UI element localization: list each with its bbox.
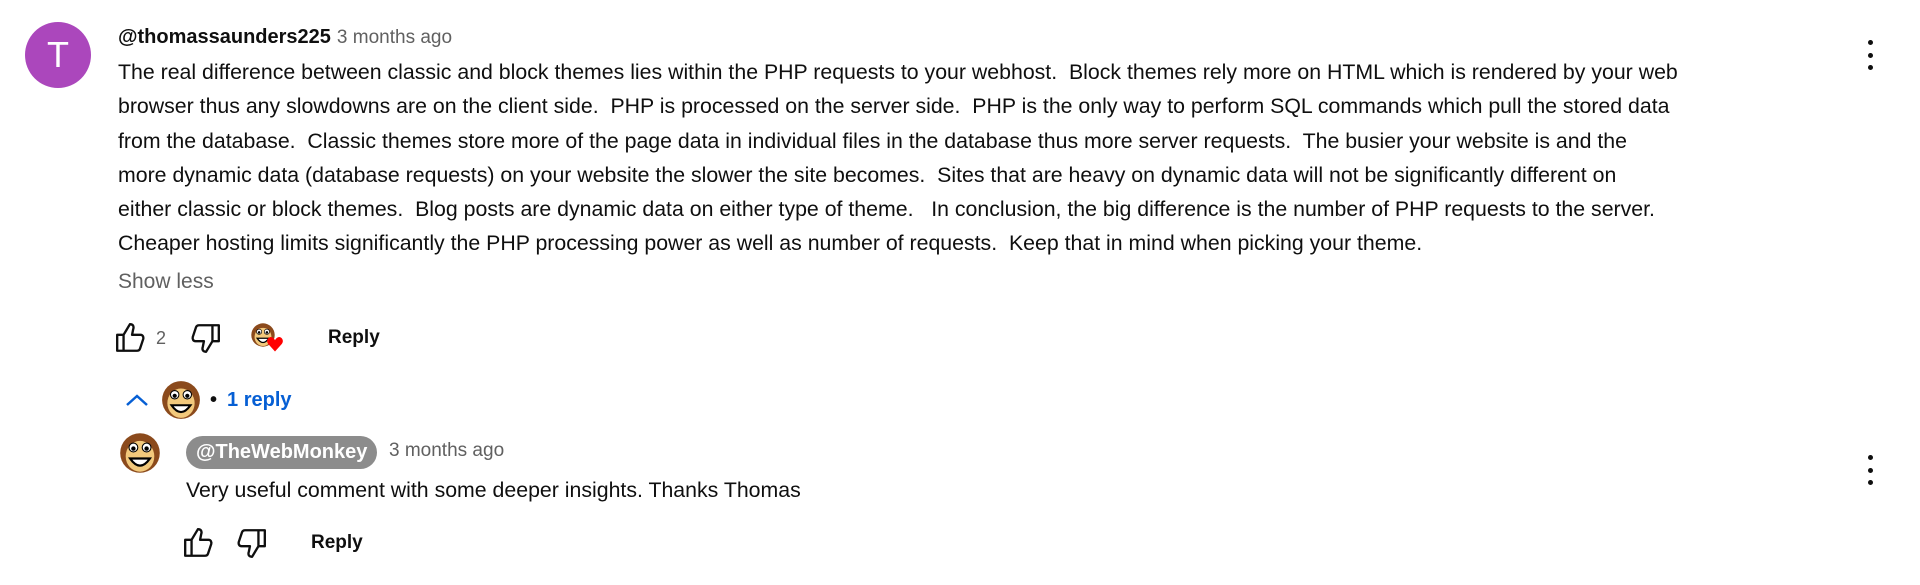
chevron-up-icon [126, 394, 148, 406]
bullet: • [210, 388, 218, 411]
reply-like-button[interactable] [182, 526, 216, 560]
comment-menu-button[interactable] [1865, 40, 1875, 70]
creator-heart[interactable] [250, 320, 286, 356]
comment-line: from the database. Classic themes store … [118, 128, 1627, 153]
dot [1867, 52, 1873, 58]
show-less-button[interactable]: Show less [118, 270, 214, 294]
thumbs-up-icon [184, 528, 213, 557]
reply-timestamp[interactable]: 3 months ago [389, 440, 504, 462]
comment-body: The real difference between classic and … [118, 55, 1678, 261]
comment-line: The real difference between classic and … [118, 60, 1678, 84]
thumbs-down-icon [237, 529, 266, 558]
reply-dislike-button[interactable] [234, 526, 268, 560]
avatar[interactable]: T [25, 22, 91, 88]
comment-line: more dynamic data (database requests) on… [118, 162, 1617, 187]
comment-line: browser thus any slowdowns are on the cl… [118, 94, 1670, 119]
dot [1867, 455, 1873, 460]
comment-actions: 2 Reply [114, 320, 380, 356]
heart-icon [267, 336, 283, 352]
reply-avatar[interactable] [118, 431, 162, 475]
thumbs-up-icon [116, 323, 145, 352]
dot [1867, 65, 1873, 70]
comment-timestamp[interactable]: 3 months ago [337, 27, 452, 48]
replies-toggle[interactable]: • 1 reply [124, 380, 292, 420]
reply-text: Very useful comment with some deeper ins… [186, 478, 801, 502]
like-count: 2 [156, 327, 167, 348]
reply-button[interactable]: Reply [328, 327, 380, 349]
monkey-avatar-icon [161, 380, 201, 420]
dot [1867, 467, 1873, 473]
comment-line: Cheaper hosting limits significantly the… [118, 231, 1423, 256]
replies-count-label: 1 reply [227, 388, 292, 411]
reply-author-badge[interactable]: @TheWebMonkey [186, 436, 378, 469]
dislike-button[interactable] [188, 321, 222, 355]
reply-menu-button[interactable] [1865, 455, 1875, 485]
avatar-letter: T [47, 34, 69, 75]
reply-reply-button[interactable]: Reply [311, 532, 363, 554]
like-button[interactable] [114, 321, 148, 355]
comment-header: @thomassaunders225 3 months ago [118, 24, 452, 52]
thumbs-down-icon [191, 324, 220, 353]
comment-author[interactable]: @thomassaunders225 [118, 26, 331, 48]
reply-actions: Reply [182, 525, 363, 561]
dot [1867, 40, 1873, 45]
comment-line: either classic or block themes. Blog pos… [118, 197, 1655, 222]
dot [1867, 480, 1873, 485]
